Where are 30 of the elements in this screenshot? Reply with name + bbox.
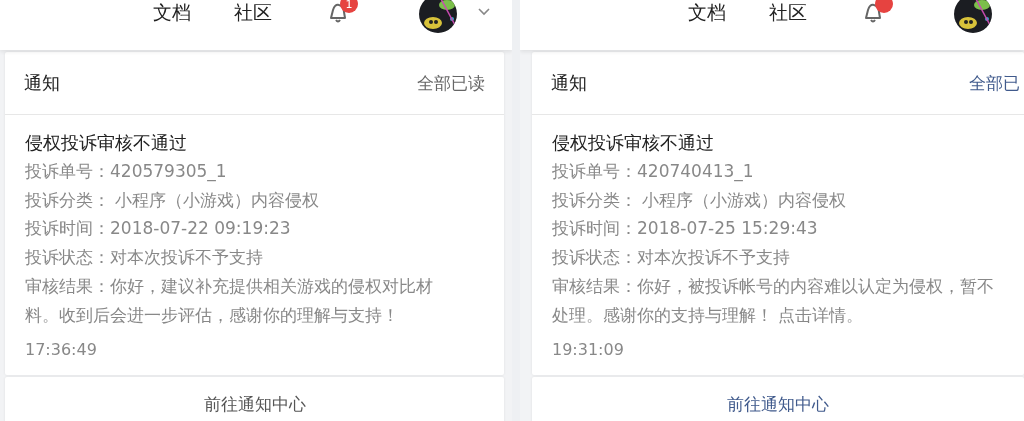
avatar[interactable] [419,0,457,33]
nav-link[interactable]: 文档 [688,0,726,24]
notification-detail: 投诉单号：420579305_1 [25,160,228,184]
notification-detail: 审核结果：你好，被投诉帐号的内容难以认定为侵权，暂不处理。感谢你的支持与理解！ 点击详情。 [552,274,995,327]
notification-title: 侵权投诉审核不通过 [25,131,188,155]
notification-detail: 投诉单号：420740413_1 [552,160,755,184]
notification-detail: 审核结果：你好，建议补充提供相关游戏的侵权对比材料。收到后会进一步评估，感谢你的理解与支持！ [25,274,434,327]
notification-detail: 投诉分类： 小程序（小游戏）内容侵权 [552,188,848,212]
notification-dot [875,0,893,13]
nav-link[interactable]: 社区 [234,0,272,24]
notification-detail: 投诉状态：对本次投诉不予支持 [25,246,264,270]
notification-detail: 投诉分类： 小程序（小游戏）内容侵权 [25,188,321,212]
notification-detail: 投诉时间：2018-07-22 09:19:23 [25,217,292,241]
nav-link[interactable]: 社区 [769,0,807,24]
notification-detail: 投诉时间：2018-07-25 15:29:43 [552,217,819,241]
chevron-down-icon[interactable] [477,6,491,16]
panel-title: 通知 [551,71,587,95]
notification-title: 侵权投诉审核不通过 [552,131,715,155]
panel-title: 通知 [24,71,60,95]
notification-center-link[interactable]: 前往通知中心 [5,377,504,421]
notification-time: 17:36:49 [25,339,98,362]
mark-all-read-link[interactable]: 全部已 [969,71,1020,95]
notification-time: 19:31:09 [552,339,625,362]
nav-link[interactable]: 文档 [153,0,191,24]
notification-badge: 1 [340,0,358,13]
notification-center-link[interactable]: 前往通知中心 [532,377,1024,421]
mark-all-read-link[interactable]: 全部已读 [417,71,485,95]
bell-icon[interactable] [862,1,884,25]
notification-detail: 投诉状态：对本次投诉不予支持 [552,246,791,270]
avatar[interactable] [954,0,992,33]
